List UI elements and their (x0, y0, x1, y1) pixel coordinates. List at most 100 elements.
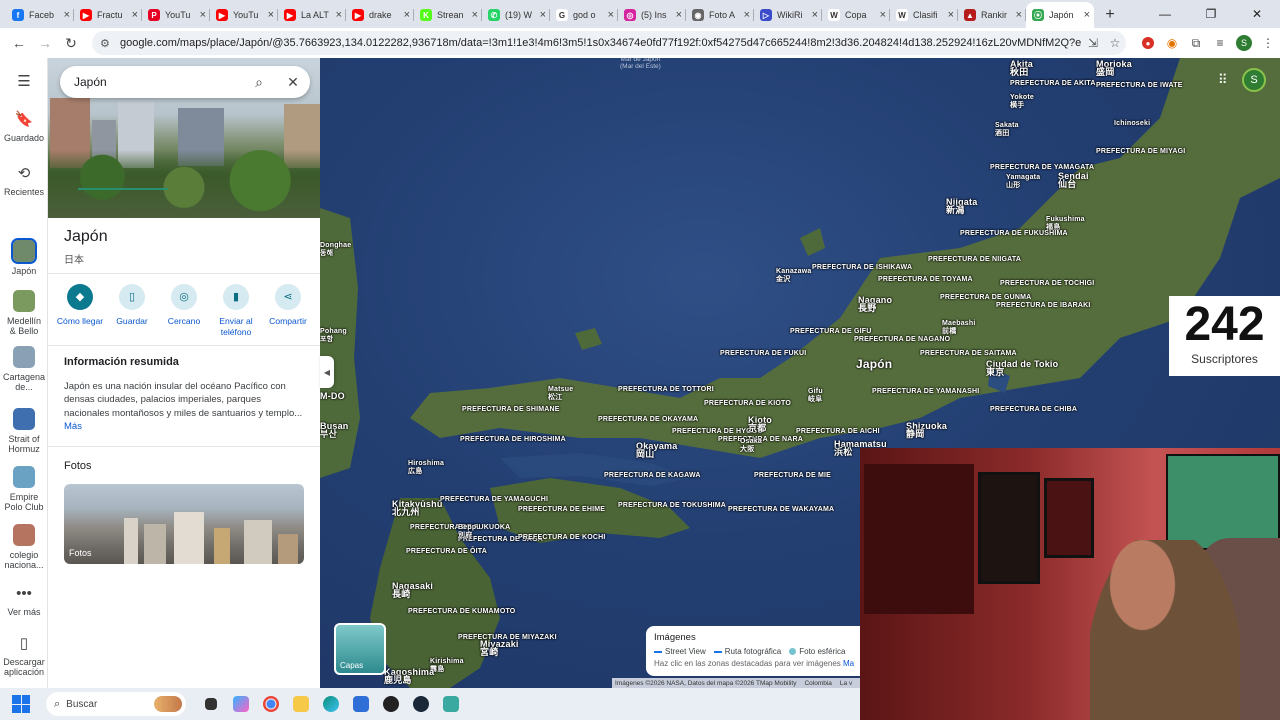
rail-item[interactable]: ••• Ver más (0, 584, 48, 617)
map-label[interactable]: Kitakyūshū 北九州 (392, 500, 443, 517)
map-label[interactable]: PREFECTURA DE WAKAYAMA (728, 506, 834, 514)
browser-tab[interactable]: ▷ WikiRi × (754, 2, 822, 28)
bookmark-star-icon[interactable]: ☆ (1104, 36, 1126, 50)
search-box[interactable]: Japón ⌕ ✕ (60, 66, 310, 98)
rail-item[interactable]: Empire Polo Club (0, 466, 48, 512)
tab-close-icon[interactable]: × (404, 9, 410, 21)
profile-avatar[interactable]: S (1236, 35, 1252, 51)
install-icon[interactable]: ⇲ (1082, 36, 1104, 50)
rail-item[interactable]: Medellín & Bello (0, 290, 48, 336)
map-label[interactable]: Yamagata 山形 (1006, 174, 1040, 190)
tab-close-icon[interactable]: × (812, 9, 818, 21)
map-label[interactable]: PREFECTURA DE MIYAGI (1096, 148, 1185, 156)
rail-item[interactable]: 🔖 Guardado (0, 110, 48, 143)
tab-close-icon[interactable]: × (948, 9, 954, 21)
rail-item[interactable]: Japón (0, 238, 48, 276)
app-icon[interactable] (436, 689, 466, 719)
map-label[interactable]: PREFECTURA DE OKAYAMA (598, 416, 698, 424)
tab-close-icon[interactable]: × (880, 9, 886, 21)
directions-button[interactable]: ◆ Cómo llegar (54, 284, 106, 337)
map-label[interactable]: PREFECTURA DE AICHI (796, 428, 880, 436)
rail-item[interactable]: colegio naciona... (0, 524, 48, 570)
map-label[interactable]: Japón (856, 358, 892, 370)
map-label[interactable]: PREFECTURA DE AKITA (1010, 80, 1096, 88)
map-label[interactable]: Beppu 別府 (458, 524, 481, 540)
tab-close-icon[interactable]: × (132, 9, 138, 21)
browser-tab[interactable]: ⦿ Japón × (1026, 2, 1094, 28)
store-icon[interactable] (346, 689, 376, 719)
map-label[interactable]: PREFECTURA DE ISHIKAWA (812, 264, 912, 272)
site-info-icon[interactable]: ⚙ (100, 37, 114, 50)
google-apps-icon[interactable]: ⠿ (1218, 72, 1228, 88)
tab-close-icon[interactable]: × (608, 9, 614, 21)
tab-close-icon[interactable]: × (540, 9, 546, 21)
map-label[interactable]: PREFECTURA DE KOCHI (518, 534, 606, 542)
map-label[interactable]: Akita 秋田 (1010, 60, 1033, 77)
legend-hint-link[interactable]: Ma (843, 659, 854, 668)
file-explorer-icon[interactable] (286, 689, 316, 719)
map-label[interactable]: PREFECTURA DE YAMANASHI (872, 388, 979, 396)
browser-tab[interactable]: ◉ Foto A × (686, 2, 754, 28)
map-label[interactable]: PREFECTURA DE TOCHIGI (1000, 280, 1094, 288)
map-label[interactable]: PREFECTURA DE HIROSHIMA (460, 436, 566, 444)
nearby-button[interactable]: ◎ Cercano (158, 284, 210, 337)
map-label[interactable]: Shizuoka 静岡 (906, 422, 947, 439)
map-label[interactable]: PREFECTURA DE IWATE (1096, 82, 1183, 90)
map-label[interactable]: PREFECTURA DE TOKUSHIMA (618, 502, 726, 510)
browser-tab[interactable]: W Copa × (822, 2, 890, 28)
map-label[interactable]: Matsue 松江 (548, 386, 573, 402)
forward-icon[interactable]: → (32, 30, 58, 56)
tab-close-icon[interactable]: × (268, 9, 274, 21)
map-label[interactable]: Donghae 동해 (320, 242, 351, 258)
chrome-menu-icon[interactable]: ⋮ (1256, 31, 1280, 55)
map-label[interactable]: PREFECTURA DE CHIBA (990, 406, 1077, 414)
layers-button[interactable]: Capas (334, 623, 386, 675)
tab-close-icon[interactable]: × (744, 9, 750, 21)
map-label[interactable]: PREFECTURA DE IBARAKI (996, 302, 1091, 310)
map-label[interactable]: PREFECTURA DE TOYAMA (878, 276, 973, 284)
save-button[interactable]: ▯ Guardar (106, 284, 158, 337)
map-label[interactable]: Nagasaki 長崎 (392, 582, 433, 599)
share-button[interactable]: ⋖ Compartir (262, 284, 314, 337)
map-label[interactable]: Pohang 포항 (320, 328, 347, 344)
tab-close-icon[interactable]: × (200, 9, 206, 21)
map-label[interactable]: Sendai 仙台 (1058, 172, 1089, 189)
search-input[interactable]: Japón (74, 75, 242, 89)
browser-tab[interactable]: ▶ drake × (346, 2, 414, 28)
browser-tab[interactable]: f Faceb × (6, 2, 74, 28)
more-link[interactable]: Más (64, 421, 82, 432)
windows-start-icon[interactable] (12, 695, 30, 713)
map-label[interactable]: Niigata 新潟 (946, 198, 977, 215)
browser-tab[interactable]: ▶ La ALT × (278, 2, 346, 28)
extensions-icon[interactable]: ⧉ (1184, 31, 1208, 55)
browser-tab[interactable]: Ggod o × (550, 2, 618, 28)
new-tab-icon[interactable]: + (1098, 2, 1122, 28)
map-label[interactable]: PREFECTURA DE SHIMANE (462, 406, 560, 414)
browser-tab[interactable]: P YouTu × (142, 2, 210, 28)
send-to-phone-button[interactable]: ▮ Enviar al teléfono (210, 284, 262, 337)
map-label[interactable]: Miyazaki 宮崎 (480, 640, 519, 657)
browser-tab[interactable]: ▶ YouTu × (210, 2, 278, 28)
map-label[interactable]: Ciudad de Tokio 東京 (986, 360, 1058, 377)
map-label[interactable]: Hiroshima 広島 (408, 460, 444, 476)
reload-icon[interactable]: ↻ (58, 30, 84, 56)
tab-close-icon[interactable]: × (336, 9, 342, 21)
map-label[interactable]: Sakata 酒田 (995, 122, 1019, 138)
map-label[interactable]: Okayama 岡山 (636, 442, 677, 459)
map-label[interactable]: Kirishima 霧島 (430, 658, 464, 674)
close-icon[interactable]: ✕ (276, 74, 310, 91)
rail-item[interactable]: ▯ Descargar aplicación (0, 634, 48, 677)
game-app-icon[interactable] (376, 689, 406, 719)
map-label[interactable]: Maebashi 前橋 (942, 320, 976, 336)
map-label[interactable]: Morioka 盛岡 (1096, 60, 1132, 77)
browser-tab[interactable]: ▲ Rankir × (958, 2, 1026, 28)
restore-icon[interactable]: ❐ (1188, 0, 1234, 28)
map-label[interactable]: PREFECTURA DE GUNMA (940, 294, 1031, 302)
browser-tab[interactable]: W Clasifi × (890, 2, 958, 28)
map-label[interactable]: PREFECTURA DE NAGANO (854, 336, 950, 344)
map-label[interactable]: Kanazawa 金沢 (776, 268, 811, 284)
media-controls-icon[interactable]: ≡ (1208, 31, 1232, 55)
minimize-icon[interactable]: — (1142, 0, 1188, 28)
search-icon[interactable]: ⌕ (242, 74, 276, 91)
browser-tab[interactable]: ▶ Fractu × (74, 2, 142, 28)
